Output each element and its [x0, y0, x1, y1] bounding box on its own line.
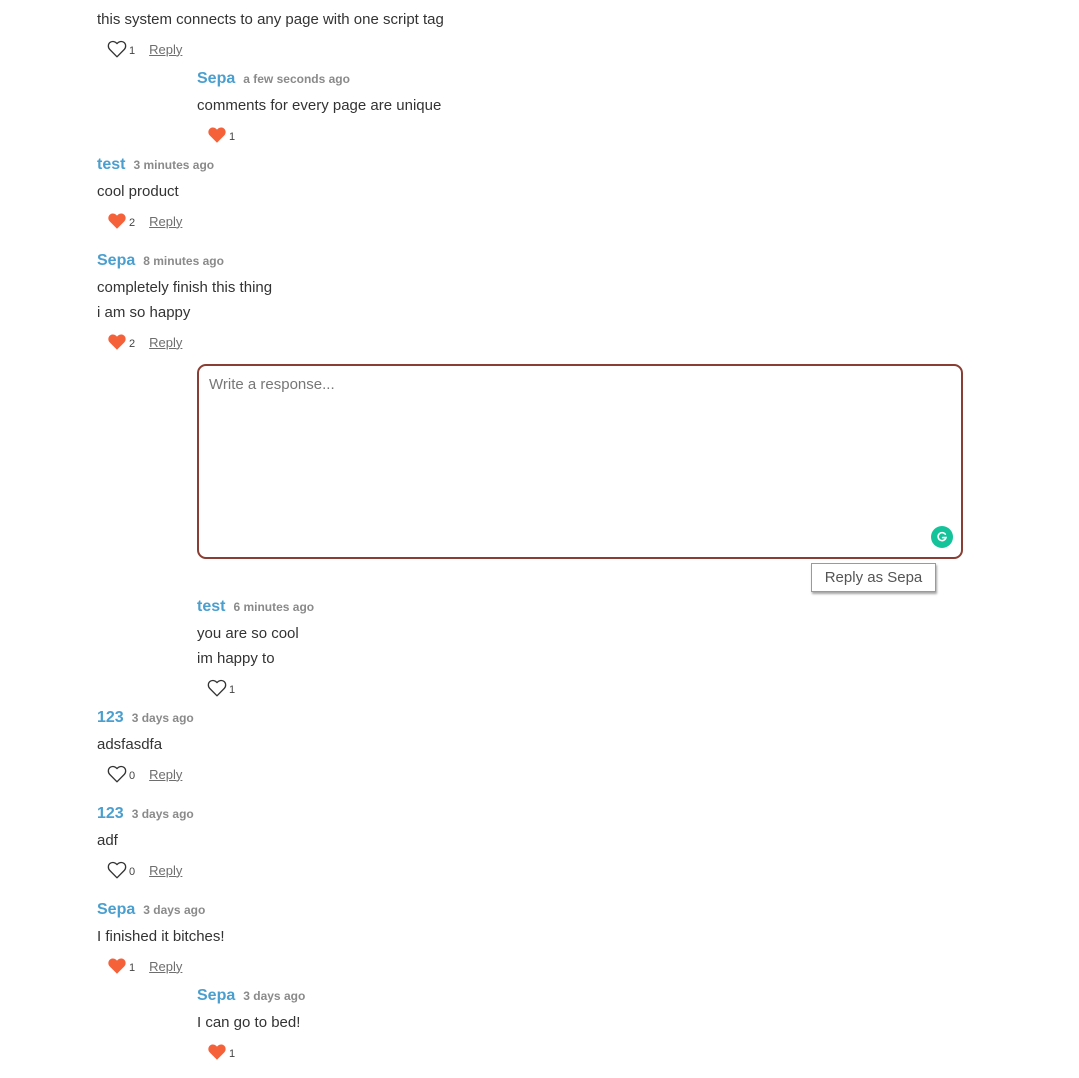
like-button[interactable] — [107, 212, 127, 230]
comment-text: comments for every page are unique — [197, 97, 442, 114]
comment-author[interactable]: Sepa — [197, 987, 235, 1004]
comment-author[interactable]: test — [97, 156, 125, 173]
comment-actions: 0 Reply — [107, 765, 182, 783]
comment-text: cool product — [97, 183, 179, 200]
reply-submit-button[interactable]: Reply as Sepa — [811, 563, 936, 592]
like-button[interactable] — [107, 957, 127, 975]
like-count: 1 — [229, 1048, 236, 1060]
like-count: 2 — [129, 217, 136, 229]
reply-form — [197, 364, 963, 559]
comment-text: you are so cool — [197, 625, 299, 642]
comment-timestamp: 3 days ago — [143, 903, 206, 917]
comment-text: completely finish this thing — [97, 279, 273, 296]
comment-timestamp: 8 minutes ago — [143, 254, 224, 268]
like-count: 1 — [229, 684, 236, 696]
heart-outline-icon — [107, 765, 127, 783]
comment-header: 123 3 days ago — [97, 709, 194, 727]
like-button[interactable] — [107, 765, 127, 783]
comment-text: this system connects to any page with on… — [97, 11, 444, 28]
comment-text: adsfasdfa — [97, 736, 163, 753]
comment-header: test 6 minutes ago — [197, 598, 314, 616]
comment-header: 123 3 days ago — [97, 805, 194, 823]
comment-header: Sepa a few seconds ago — [197, 70, 350, 88]
comment-text: I can go to bed! — [197, 1014, 301, 1031]
comment-author[interactable]: 123 — [97, 805, 124, 822]
comment-timestamp: 6 minutes ago — [233, 600, 315, 614]
like-count: 1 — [229, 131, 236, 143]
reply-link[interactable]: Reply — [149, 335, 182, 350]
comment-timestamp: 3 days ago — [243, 989, 306, 1003]
heart-filled-icon — [108, 334, 126, 350]
like-count: 1 — [129, 962, 136, 974]
reply-link[interactable]: Reply — [149, 767, 182, 782]
reply-link[interactable]: Reply — [149, 959, 182, 974]
comment-header: Sepa 3 days ago — [197, 987, 305, 1005]
reply-textarea[interactable] — [199, 366, 961, 557]
comment-header: Sepa 8 minutes ago — [97, 252, 224, 270]
reply-link[interactable]: Reply — [149, 863, 182, 878]
comment-actions: 1 Reply — [107, 40, 182, 58]
like-count: 0 — [129, 866, 136, 878]
comment-timestamp: 3 minutes ago — [133, 158, 215, 172]
heart-outline-icon — [107, 40, 127, 58]
comment-actions: 1 — [207, 1043, 235, 1061]
comment-timestamp: 3 days ago — [131, 711, 194, 725]
comment-text: i am so happy — [97, 304, 191, 321]
heart-outline-icon — [107, 861, 127, 879]
comment-actions: 1 — [207, 679, 235, 697]
like-count: 2 — [129, 338, 136, 350]
like-count: 0 — [129, 770, 136, 782]
comment-author[interactable]: test — [197, 598, 225, 615]
comment-text: adf — [97, 832, 118, 849]
heart-filled-icon — [108, 213, 126, 229]
reply-link[interactable]: Reply — [149, 42, 182, 57]
comment-text: im happy to — [197, 650, 275, 667]
like-button[interactable] — [207, 679, 227, 697]
comment-author[interactable]: Sepa — [97, 252, 135, 269]
like-button[interactable] — [107, 40, 127, 58]
like-button[interactable] — [107, 861, 127, 879]
heart-filled-icon — [108, 958, 126, 974]
like-button[interactable] — [107, 333, 127, 351]
comment-author[interactable]: Sepa — [97, 901, 135, 918]
heart-filled-icon — [208, 1044, 226, 1060]
grammarly-icon[interactable] — [931, 526, 953, 548]
comment-author[interactable]: Sepa — [197, 70, 235, 87]
heart-filled-icon — [208, 127, 226, 143]
comment-timestamp: 3 days ago — [131, 807, 194, 821]
comment-timestamp: a few seconds ago — [243, 72, 350, 86]
comment-actions: 1 — [207, 126, 235, 144]
comment-actions: 0 Reply — [107, 861, 182, 879]
reply-link[interactable]: Reply — [149, 214, 182, 229]
comment-actions: 2 Reply — [107, 212, 182, 230]
comment-actions: 1 Reply — [107, 957, 182, 975]
comment-text: I finished it bitches! — [97, 928, 225, 945]
comment-author[interactable]: 123 — [97, 709, 124, 726]
like-button[interactable] — [207, 126, 227, 144]
like-count: 1 — [129, 45, 136, 57]
comment-actions: 2 Reply — [107, 333, 182, 351]
comment-header: Sepa 3 days ago — [97, 901, 205, 919]
like-button[interactable] — [207, 1043, 227, 1061]
heart-outline-icon — [207, 679, 227, 697]
comment-header: test 3 minutes ago — [97, 156, 214, 174]
